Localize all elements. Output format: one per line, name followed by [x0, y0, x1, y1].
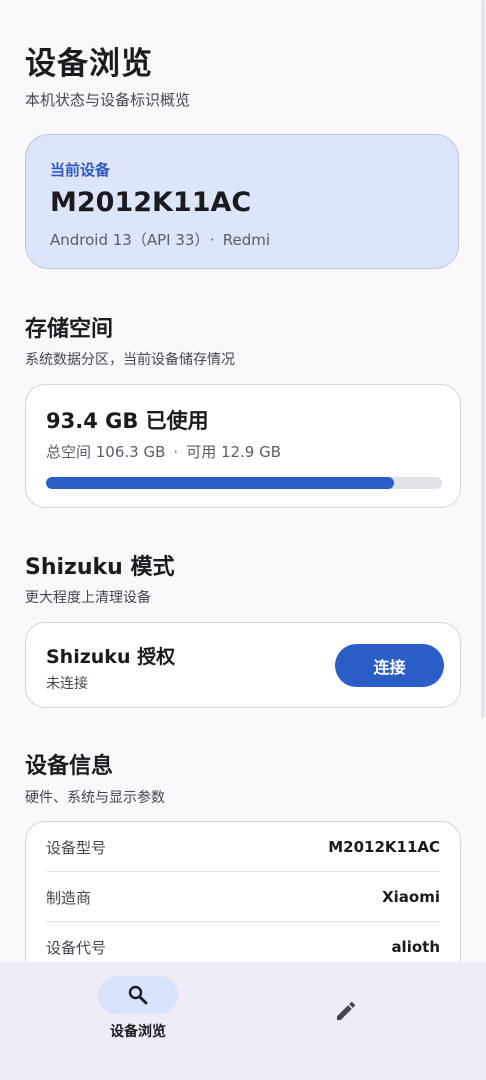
meta-separator: ·	[209, 231, 215, 249]
storage-card: 93.4 GB 已使用 总空间 106.3 GB · 可用 12.9 GB	[25, 384, 461, 508]
shizuku-section-title: Shizuku 模式	[25, 555, 175, 580]
device-info-section-title: 设备信息	[25, 754, 114, 779]
shizuku-section-subtitle: 更大程度上清理设备	[25, 590, 151, 606]
storage-section-subtitle: 系统数据分区，当前设备储存情况	[25, 352, 235, 368]
scrollbar[interactable]	[481, 0, 485, 718]
bottom-navigation-bar: 设备浏览	[0, 962, 486, 1080]
storage-separator: ·	[173, 443, 179, 461]
info-value: Xiaomi	[382, 888, 440, 906]
search-icon	[128, 985, 148, 1005]
android-version: Android 13（API 33）	[50, 231, 202, 249]
shizuku-status: 未连接	[46, 676, 88, 692]
shizuku-authorization-title: Shizuku 授权	[46, 646, 176, 668]
current-device-card: 当前设备 M2012K11AC Android 13（API 33） · Redmi	[25, 134, 459, 269]
storage-used: 93.4 GB 已使用	[46, 409, 209, 433]
storage-progress-fill	[46, 477, 394, 489]
nav-item-device-browse[interactable]: 设备浏览	[0, 962, 243, 1080]
device-info-section-subtitle: 硬件、系统与显示参数	[25, 790, 165, 806]
current-device-label: 当前设备	[50, 161, 111, 179]
device-brand: Redmi	[222, 231, 270, 249]
page-title: 设备浏览	[25, 46, 153, 82]
storage-free: 可用 12.9 GB	[186, 443, 282, 461]
page-subtitle: 本机状态与设备标识概览	[25, 91, 191, 109]
storage-progress-bar	[46, 477, 442, 489]
info-row-codename: 设备代号 alioth	[46, 922, 440, 962]
storage-stats: 总空间 106.3 GB · 可用 12.9 GB	[46, 441, 281, 462]
info-value: M2012K11AC	[328, 838, 440, 856]
storage-total: 总空间 106.3 GB	[46, 443, 166, 461]
info-key: 设备型号	[46, 838, 107, 857]
storage-section-title: 存储空间	[25, 317, 114, 342]
info-key: 设备代号	[46, 938, 107, 957]
content-scroll-area[interactable]: 设备浏览 本机状态与设备标识概览 当前设备 M2012K11AC Android…	[0, 0, 486, 962]
info-key: 制造商	[46, 888, 92, 907]
device-model: M2012K11AC	[50, 187, 252, 218]
shizuku-card: Shizuku 授权 未连接 连接	[25, 622, 461, 708]
info-row-model: 设备型号 M2012K11AC	[46, 822, 440, 872]
device-meta: Android 13（API 33） · Redmi	[50, 229, 270, 250]
device-info-card: 设备型号 M2012K11AC 制造商 Xiaomi 设备代号 alioth	[25, 821, 461, 962]
edit-icon	[337, 1001, 356, 1020]
info-row-manufacturer: 制造商 Xiaomi	[46, 872, 440, 922]
connect-button[interactable]: 连接	[335, 644, 444, 687]
nav-item-edit[interactable]	[243, 962, 486, 1080]
nav-label: 设备浏览	[110, 1024, 166, 1040]
info-value: alioth	[391, 938, 440, 956]
